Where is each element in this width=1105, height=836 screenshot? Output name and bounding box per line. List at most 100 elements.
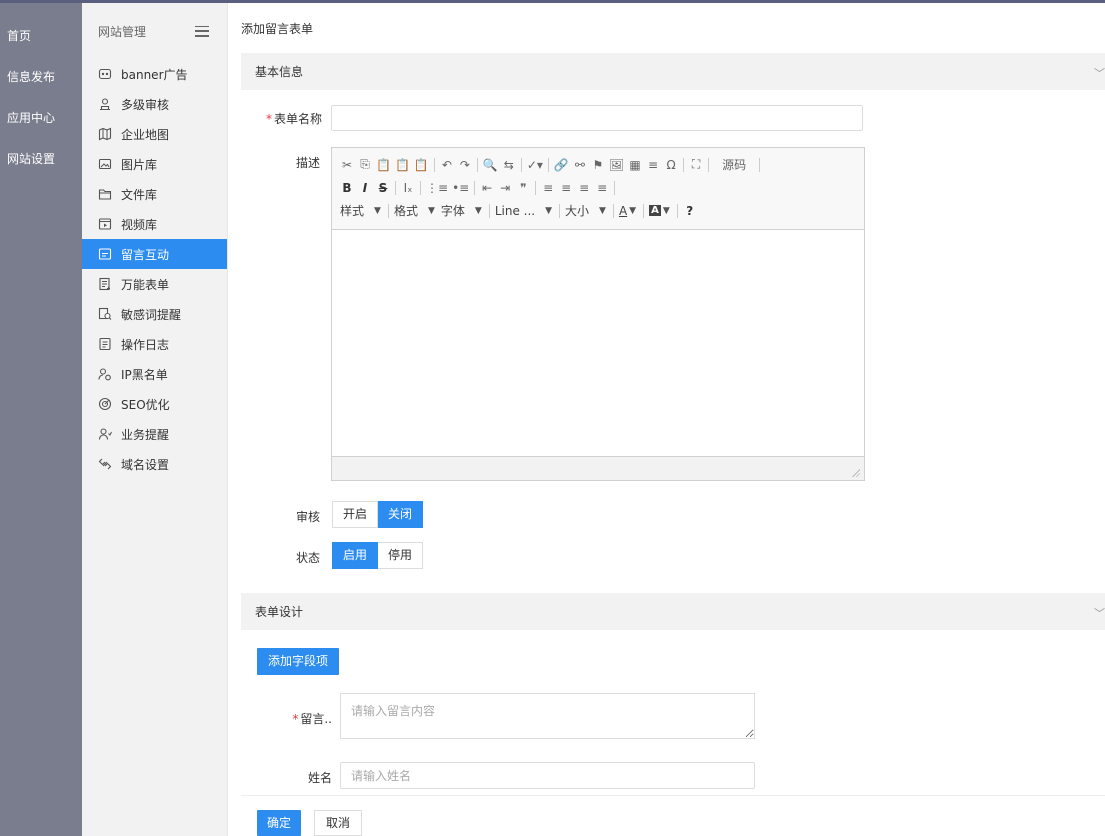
source-code-button[interactable]: 源码 bbox=[714, 156, 754, 173]
editor-tool-icon[interactable]: I bbox=[358, 181, 372, 195]
editor-tool-icon[interactable]: 🔍 bbox=[483, 158, 498, 172]
message-label-text: 留言.. bbox=[300, 712, 332, 726]
sidebar-item-label: IP黑名单 bbox=[121, 367, 168, 382]
editor-tool-icon[interactable]: ⛶ bbox=[689, 157, 703, 172]
size-dropdown[interactable]: 大小 ▼ bbox=[565, 202, 606, 219]
nav-item-site-settings[interactable]: 网站设置 bbox=[0, 139, 82, 180]
line-height-dropdown[interactable]: Line ... ▼ bbox=[495, 204, 552, 218]
editor-tool-icon[interactable]: ≡ bbox=[541, 181, 555, 195]
editor-tool-icon[interactable]: ≡ bbox=[595, 181, 609, 195]
format-dropdown[interactable]: 格式 ▼ bbox=[394, 202, 435, 219]
editor-content-area[interactable] bbox=[332, 230, 864, 456]
sidebar-item[interactable]: SEO优化 bbox=[82, 389, 227, 419]
editor-tool-icon[interactable]: 📋 bbox=[376, 158, 391, 172]
folder-icon bbox=[98, 187, 112, 201]
chevron-down-icon[interactable]: ﹀ bbox=[1094, 605, 1105, 621]
editor-statusbar bbox=[332, 456, 864, 480]
audit-toggle: 开启 关闭 bbox=[332, 501, 424, 528]
sidebar-item[interactable]: 视频库 bbox=[82, 209, 227, 239]
editor-tool-icon[interactable]: ⇥ bbox=[498, 181, 512, 195]
status-option-disabled[interactable]: 停用 bbox=[378, 542, 424, 569]
chevron-down-icon[interactable]: ﹀ bbox=[1094, 65, 1105, 81]
form-name-field[interactable] bbox=[331, 105, 863, 131]
sensitive-word-icon bbox=[98, 307, 112, 321]
editor-tool-icon[interactable]: ✓▾ bbox=[527, 158, 543, 172]
name-field[interactable] bbox=[340, 762, 755, 789]
sidebar-item[interactable]: 域名设置 bbox=[82, 449, 227, 479]
font-dropdown[interactable]: 字体 ▼ bbox=[441, 202, 482, 219]
editor-tool-icon[interactable]: ⇆ bbox=[502, 158, 516, 172]
toolbar-separator bbox=[474, 180, 476, 195]
editor-tool-icon[interactable]: ⚑ bbox=[591, 158, 605, 172]
name-input[interactable] bbox=[341, 763, 754, 788]
editor-tool-icon[interactable]: 📋 bbox=[395, 158, 410, 172]
cancel-button[interactable]: 取消 bbox=[314, 810, 363, 836]
editor-tool-icon[interactable]: Iₓ bbox=[401, 181, 415, 195]
nav-item-home[interactable]: 首页 bbox=[0, 16, 82, 57]
editor-tool-icon[interactable]: ↷ bbox=[458, 158, 472, 172]
editor-tool-icon[interactable]: ⚯ bbox=[573, 158, 587, 172]
sidebar-item-label: 万能表单 bbox=[121, 277, 170, 292]
sidebar-item[interactable]: IP黑名单 bbox=[82, 359, 227, 389]
editor-tool-icon[interactable]: 🔗 bbox=[554, 158, 569, 172]
style-dropdown[interactable]: 样式 ▼ bbox=[340, 202, 381, 219]
text-color-button[interactable]: A ▼ bbox=[619, 204, 636, 218]
font-dropdown-label: 字体 bbox=[440, 204, 465, 218]
add-field-button[interactable]: 添加字段项 bbox=[257, 648, 340, 675]
editor-tool-icon[interactable]: ≡ bbox=[646, 158, 660, 172]
sidebar-item[interactable]: 文件库 bbox=[82, 179, 227, 209]
editor-tool-icon[interactable]: ▦ bbox=[628, 158, 642, 172]
editor-tool-icon[interactable]: ⋮≡ bbox=[426, 181, 448, 195]
status-label: 状态 bbox=[295, 551, 320, 565]
editor-tool-icon[interactable]: ≡ bbox=[577, 181, 591, 195]
toolbar-separator bbox=[643, 203, 645, 218]
help-icon[interactable]: ? bbox=[683, 204, 697, 218]
sidebar-item-label: 敏感词提醒 bbox=[121, 307, 182, 322]
message-field[interactable] bbox=[340, 693, 755, 739]
audit-label: 审核 bbox=[295, 510, 320, 524]
editor-tool-icon[interactable]: ⎘ bbox=[358, 157, 372, 172]
editor-tool-icon[interactable]: ⇤ bbox=[480, 181, 494, 195]
message-icon bbox=[98, 247, 112, 261]
nav-item-publish[interactable]: 信息发布 bbox=[0, 57, 82, 98]
resize-handle-icon[interactable] bbox=[852, 469, 860, 477]
sidebar-item[interactable]: 图片库 bbox=[82, 149, 227, 179]
audit-option-on[interactable]: 开启 bbox=[332, 501, 379, 528]
source-code-label: 源码 bbox=[722, 158, 747, 172]
editor-tool-icon[interactable]: B bbox=[340, 181, 354, 195]
status-option-enabled[interactable]: 启用 bbox=[332, 542, 379, 569]
editor-tool-icon[interactable]: •≡ bbox=[452, 181, 469, 195]
form-name-input[interactable] bbox=[332, 106, 862, 130]
editor-tool-icon[interactable]: ❞ bbox=[516, 181, 530, 195]
video-icon bbox=[98, 217, 112, 231]
message-textarea[interactable] bbox=[341, 694, 754, 738]
nav-item-apps[interactable]: 应用中心 bbox=[0, 98, 82, 139]
editor-tool-icon[interactable]: Ω bbox=[664, 158, 678, 172]
section-form-design-header[interactable]: 表单设计 ﹀ bbox=[241, 593, 1105, 630]
editor-tool-icon[interactable]: ≡ bbox=[559, 181, 573, 195]
editor-tool-icon[interactable]: ✂ bbox=[340, 158, 354, 172]
log-icon bbox=[98, 337, 112, 351]
sidebar-item-label: 多级审核 bbox=[121, 97, 170, 112]
background-color-button[interactable]: A ▼ bbox=[649, 205, 670, 216]
editor-tool-icon[interactable]: ↶ bbox=[440, 158, 454, 172]
confirm-button[interactable]: 确定 bbox=[257, 810, 302, 836]
sidebar-item[interactable]: 敏感词提醒 bbox=[82, 299, 227, 329]
rich-text-editor[interactable]: ✂ ⎘ 📋 📋 📋 ↶ ↷ 🔍 ⇆ ✓▾ 🔗 ⚯ ⚑ 🖼 ▦ ≡ Ω ⛶ 源码 B I S Iₓ ⋮≡ •≡ ⇤ ⇥ ❞ ≡ ≡ ≡ ≡ 样… bbox=[331, 147, 865, 481]
audit-option-off[interactable]: 关闭 bbox=[378, 501, 424, 528]
editor-tool-icon[interactable]: 📋 bbox=[414, 158, 429, 172]
sidebar-item[interactable]: 万能表单 bbox=[82, 269, 227, 299]
sidebar-item[interactable]: 操作日志 bbox=[82, 329, 227, 359]
toolbar-separator bbox=[759, 157, 761, 172]
sidebar-item[interactable]: 业务提醒 bbox=[82, 419, 227, 449]
sidebar-item[interactable]: 企业地图 bbox=[82, 119, 227, 149]
editor-tool-icon[interactable]: S bbox=[376, 181, 390, 195]
sidebar-item[interactable]: banner广告 bbox=[82, 59, 227, 89]
sidebar-item[interactable]: 多级审核 bbox=[82, 89, 227, 119]
form-icon bbox=[98, 277, 112, 291]
text-color-icon: A bbox=[618, 203, 628, 218]
section-basic-info-header[interactable]: 基本信息 ﹀ bbox=[241, 53, 1105, 90]
menu-toggle-icon[interactable] bbox=[195, 25, 209, 37]
editor-tool-icon[interactable]: 🖼 bbox=[609, 158, 624, 172]
sidebar-item[interactable]: 留言互动 bbox=[82, 239, 227, 269]
